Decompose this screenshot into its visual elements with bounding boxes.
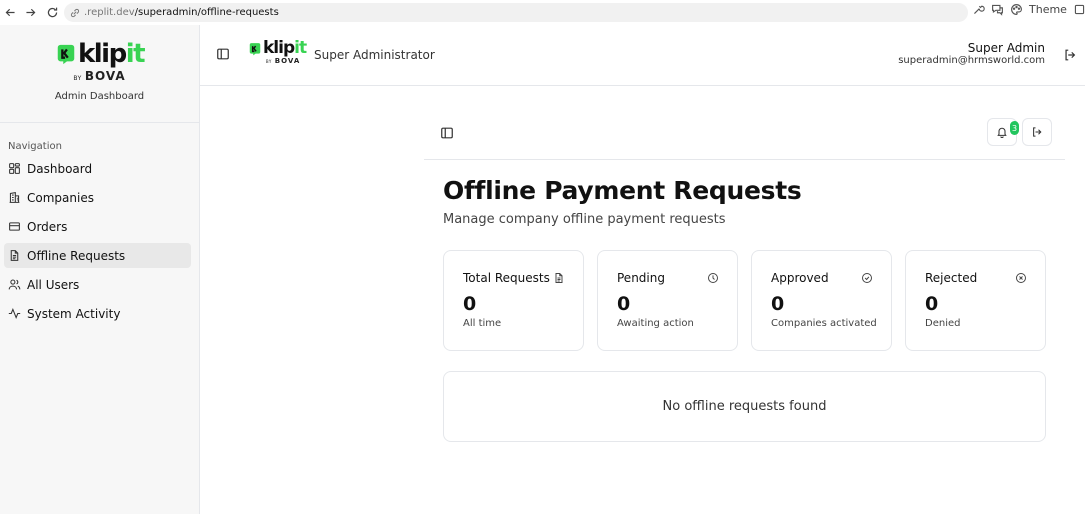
document-icon	[555, 273, 563, 283]
browser-toolbar: .replit.dev/superadmin/offline-requests …	[0, 0, 1085, 25]
logout-button[interactable]	[1022, 118, 1052, 146]
sidebar-toggle-icon[interactable]	[216, 47, 230, 61]
stat-note: Companies activated	[771, 318, 877, 329]
logo-text-main: klip	[263, 38, 295, 58]
user-name: Super Admin	[967, 41, 1045, 55]
sidebar-item-label: System Activity	[27, 306, 121, 321]
site-info-icon	[70, 8, 80, 17]
stat-card-rejected: Rejected 0 Denied	[905, 250, 1046, 351]
reload-icon	[47, 7, 57, 17]
klipit-logo-mark	[57, 44, 75, 65]
stat-note: Denied	[925, 318, 961, 329]
clock-icon	[708, 273, 718, 283]
stat-card-approved: Approved 0 Companies activated	[751, 250, 892, 351]
nav-caption: Navigation	[8, 141, 62, 152]
empty-state: No offline requests found	[443, 371, 1046, 442]
building-icon	[9, 192, 20, 203]
notifications-button[interactable]: 3	[987, 118, 1019, 146]
sidebar-subtitle: Admin Dashboard	[54, 91, 145, 102]
user-role: Super Administrator	[314, 48, 435, 62]
stat-value: 0	[463, 293, 477, 315]
theme-button[interactable]: Theme	[1029, 3, 1067, 16]
content-toolbar: 3	[424, 112, 1065, 160]
logout-icon	[1033, 127, 1042, 137]
stat-card-total-requests: Total Requests 0 All time	[443, 250, 584, 351]
bell-icon	[997, 127, 1007, 138]
tools-icon[interactable]	[972, 3, 985, 16]
palette-icon[interactable]	[1010, 3, 1023, 16]
grid-icon	[9, 163, 20, 174]
stat-note: All time	[463, 318, 502, 329]
url-host: .replit.dev	[84, 7, 135, 18]
by-bova: BY BOVA	[248, 57, 306, 65]
header-logo: klipit BY BOVA	[248, 38, 307, 65]
reload-button[interactable]	[42, 2, 62, 22]
credit-card-icon	[9, 222, 20, 231]
logo-text: klipit	[77, 39, 146, 69]
stat-value: 0	[925, 293, 939, 315]
chat-icon[interactable]	[991, 3, 1004, 16]
address-bar[interactable]: .replit.dev/superadmin/offline-requests	[64, 3, 968, 22]
klipit-logo: klipit	[248, 38, 307, 58]
forward-button[interactable]	[20, 2, 40, 22]
sidebar-item-orders[interactable]: Orders	[4, 214, 191, 239]
sidebar: klipit BY BOVA Admin Dashboard Navigation…	[0, 25, 200, 514]
page-title: Offline Payment Requests	[443, 176, 802, 205]
user-info: Super Admin superadmin@hrmsworld.com	[898, 41, 1045, 66]
logo-text-accent: it	[294, 38, 307, 58]
activity-icon	[8, 308, 21, 319]
back-button[interactable]	[0, 2, 20, 22]
stat-card-pending: Pending 0 Awaiting action	[597, 250, 738, 351]
by-label: BY	[73, 75, 82, 82]
logo-text: klipit	[263, 38, 307, 58]
check-circle-icon	[862, 273, 872, 283]
sidebar-item-label: Offline Requests	[27, 248, 126, 263]
sidebar-item-label: Companies	[27, 190, 94, 205]
stat-value: 0	[617, 293, 631, 315]
users-icon	[8, 279, 21, 290]
klipit-logo-mark	[249, 42, 261, 55]
sidebar-item-companies[interactable]: Companies	[4, 185, 191, 210]
bova-label: BOVA	[84, 69, 126, 83]
bova-label: BOVA	[274, 57, 301, 65]
notification-badge: 3	[1010, 121, 1019, 135]
sidebar-item-all-users[interactable]: All Users	[4, 272, 191, 297]
arrow-left-icon	[5, 8, 15, 16]
page-subtitle: Manage company offline payment requests	[443, 212, 726, 227]
stat-label: Total Requests	[463, 271, 550, 285]
sidebar-item-dashboard[interactable]: Dashboard	[4, 156, 191, 181]
top-header: klipit BY BOVA Super Administrator Super …	[200, 25, 1085, 86]
klipit-logo: klipit	[55, 39, 146, 69]
logo-text-main: klip	[77, 39, 127, 69]
stat-value: 0	[771, 293, 785, 315]
x-circle-icon	[1016, 273, 1026, 283]
stat-label: Rejected	[925, 271, 978, 285]
arrow-right-icon	[25, 8, 35, 16]
sidebar-item-system-activity[interactable]: System Activity	[4, 301, 191, 326]
sidebar-item-label: Orders	[27, 219, 68, 234]
url-path: /superadmin/offline-requests	[134, 7, 279, 18]
browser-actions: Theme	[972, 3, 1085, 16]
stat-label: Approved	[771, 271, 829, 285]
sidebar-brand: klipit BY BOVA Admin Dashboard	[0, 25, 199, 123]
empty-message: No offline requests found	[662, 399, 827, 414]
logout-icon[interactable]	[1063, 48, 1077, 62]
window-icon[interactable]	[1073, 3, 1085, 16]
stat-label: Pending	[617, 271, 665, 285]
by-bova: BY BOVA	[73, 69, 125, 83]
logo-text-accent: it	[125, 39, 146, 69]
stat-note: Awaiting action	[617, 318, 694, 329]
by-label: BY	[265, 59, 272, 64]
user-email: superadmin@hrmsworld.com	[898, 55, 1045, 66]
sidebar-item-offline-requests[interactable]: Offline Requests	[4, 243, 191, 268]
document-icon	[10, 250, 19, 261]
sidebar-item-label: All Users	[27, 277, 80, 292]
sidebar-item-label: Dashboard	[27, 161, 93, 176]
sidebar-toggle-icon[interactable]	[440, 126, 454, 140]
